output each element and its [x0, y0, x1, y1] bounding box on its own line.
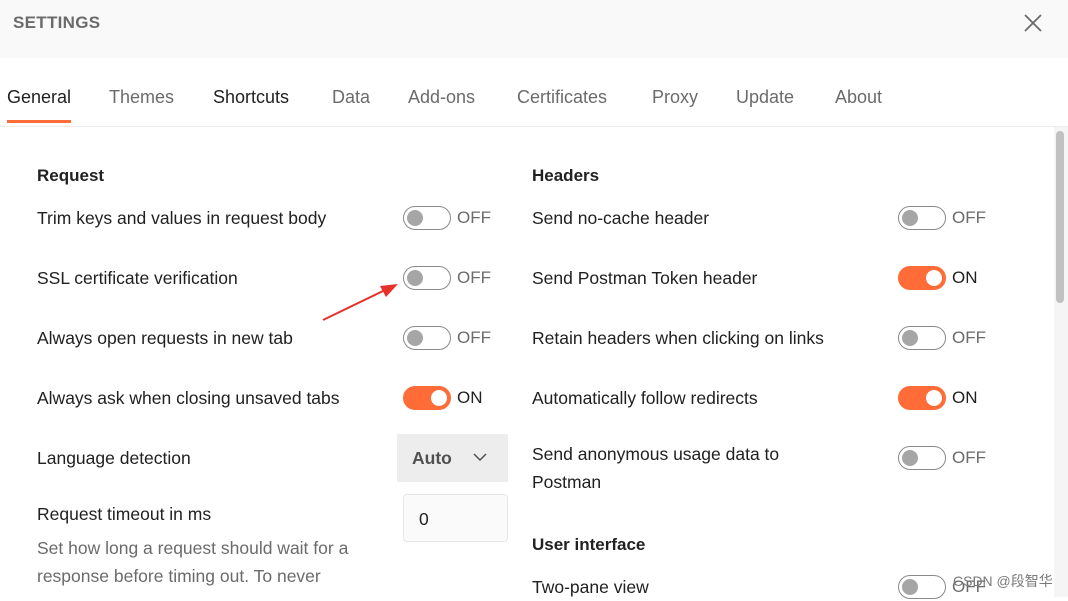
- scrollbar[interactable]: [1054, 127, 1068, 597]
- annotation-arrow: [322, 284, 398, 321]
- watermark: CSDN @段智华: [953, 573, 1053, 589]
- scrollbar-thumb[interactable]: [1056, 131, 1064, 303]
